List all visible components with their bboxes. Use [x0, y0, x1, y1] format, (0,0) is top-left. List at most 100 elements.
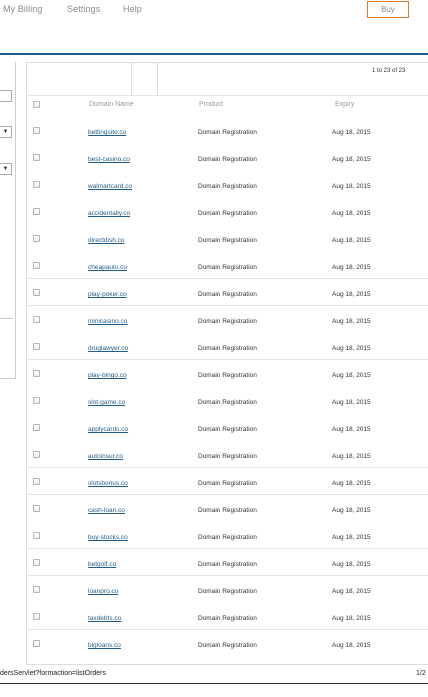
domain-link[interactable]: slotsbonus.co	[88, 480, 128, 487]
domain-link[interactable]: taxdebts.co	[88, 615, 121, 622]
product-cell: Domain Registration	[198, 480, 257, 487]
domain-link[interactable]: minicasino.co	[88, 318, 127, 325]
product-cell: Domain Registration	[198, 264, 257, 271]
table-row: cash-loan.co Domain Registration Aug 18, 2…	[26, 495, 428, 522]
row-checkbox[interactable]	[33, 640, 40, 647]
expiry-cell: Aug 18, 2015	[332, 129, 371, 136]
toolbar-dividers	[131, 62, 158, 95]
row-checkbox[interactable]	[33, 397, 40, 404]
domain-link[interactable]: loanpro.co	[88, 588, 118, 595]
row-checkbox[interactable]	[33, 289, 40, 296]
table-row: play-bingo.co Domain Registration Aug 18, …	[26, 360, 428, 387]
product-cell: Domain Registration	[198, 561, 257, 568]
domain-link[interactable]: buy-stocks.co	[88, 534, 128, 541]
pagination-summary: 1 to 23 of 23	[372, 68, 406, 74]
domain-link[interactable]: druglawyer.co	[88, 345, 128, 352]
row-checkbox[interactable]	[33, 478, 40, 485]
column-header-product[interactable]: Product	[199, 101, 223, 108]
expiry-cell: Aug 18, 2015	[332, 156, 371, 163]
domain-link[interactable]: play-bingo.co	[88, 372, 127, 379]
product-cell: Domain Registration	[198, 345, 257, 352]
product-cell: Domain Registration	[198, 237, 257, 244]
domain-link[interactable]: best-casino.co	[88, 156, 130, 163]
expiry-cell: Aug 18, 2015	[332, 642, 371, 649]
expiry-cell: Aug 18, 2015	[332, 345, 371, 352]
table-row: slot-game.co Domain Registration Aug 18, 2…	[26, 387, 428, 414]
filter-select-1[interactable]: ▼	[0, 126, 12, 138]
nav-my-billing[interactable]: My Billing	[3, 4, 43, 14]
column-header-domain[interactable]: Domain Name	[89, 101, 134, 108]
filter-input[interactable]	[0, 90, 12, 102]
expiry-cell: Aug 18, 2015	[332, 264, 371, 271]
expiry-cell: Aug 18, 2015	[332, 291, 371, 298]
row-checkbox[interactable]	[33, 613, 40, 620]
expiry-cell: Aug 18, 2015	[332, 372, 371, 379]
row-checkbox[interactable]	[33, 181, 40, 188]
product-cell: Domain Registration	[198, 507, 257, 514]
filter-select-2[interactable]: ▼	[0, 163, 12, 175]
row-checkbox[interactable]	[33, 208, 40, 215]
expiry-cell: Aug 18, 2015	[332, 480, 371, 487]
expiry-cell: Aug 18, 2015	[332, 210, 371, 217]
domain-link[interactable]: betgolf.co	[88, 561, 116, 568]
table-row: play-poker.co Domain Registration Aug 18, …	[26, 279, 428, 306]
row-checkbox[interactable]	[33, 559, 40, 566]
row-checkbox[interactable]	[33, 235, 40, 242]
row-checkbox[interactable]	[33, 370, 40, 377]
domain-link[interactable]: applycards.co	[88, 426, 128, 433]
row-checkbox[interactable]	[33, 586, 40, 593]
table-row: buy-stocks.co Domain Registration Aug 18, …	[26, 522, 428, 549]
nav-help[interactable]: Help	[123, 4, 142, 14]
status-bar: dersServlet?formaction=listOrders 1/2	[0, 668, 428, 682]
table-row: best-casino.co Domain Registration Aug 18,…	[26, 144, 428, 171]
domain-link[interactable]: cheapauto.co	[88, 264, 127, 271]
domain-link[interactable]: bigloans.co	[88, 642, 121, 649]
expiry-cell: Aug 18, 2015	[332, 453, 371, 460]
table-row: bigloans.co Domain Registration Aug 18, 20…	[26, 630, 428, 657]
domain-link[interactable]: slot-game.co	[88, 399, 125, 406]
table-row: cheapauto.co Domain Registration Aug 18, 2…	[26, 252, 428, 279]
toolbar-separator	[26, 95, 428, 96]
product-cell: Domain Registration	[198, 318, 257, 325]
domain-link[interactable]: walmartcard.co	[88, 183, 132, 190]
product-cell: Domain Registration	[198, 588, 257, 595]
product-cell: Domain Registration	[198, 183, 257, 190]
table-row: applycards.co Domain Registration Aug 18, …	[26, 414, 428, 441]
filter-sidebar	[0, 62, 16, 379]
header-divider	[0, 53, 428, 55]
table-row: betgolf.co Domain Registration Aug 18, 201…	[26, 549, 428, 576]
table-row: minicasino.co Domain Registration Aug 18, …	[26, 306, 428, 333]
product-cell: Domain Registration	[198, 156, 257, 163]
domain-link[interactable]: play-poker.co	[88, 291, 127, 298]
buy-button[interactable]: Buy	[367, 1, 409, 18]
product-cell: Domain Registration	[198, 372, 257, 379]
table-row: directdish.co Domain Registration Aug 18, …	[26, 225, 428, 252]
expiry-cell: Aug 18, 2015	[332, 588, 371, 595]
table-row: taxdebts.co Domain Registration Aug 18, 20…	[26, 603, 428, 630]
row-checkbox[interactable]	[33, 316, 40, 323]
row-checkbox[interactable]	[33, 532, 40, 539]
row-checkbox[interactable]	[33, 451, 40, 458]
row-checkbox[interactable]	[33, 262, 40, 269]
column-header-expiry[interactable]: Expiry	[335, 101, 354, 108]
status-url: dersServlet?formaction=listOrders	[0, 670, 107, 677]
row-checkbox[interactable]	[33, 505, 40, 512]
domain-link[interactable]: autoinsur.co	[88, 453, 123, 460]
row-checkbox[interactable]	[33, 154, 40, 161]
domain-link[interactable]: directdish.co	[88, 237, 125, 244]
row-checkbox[interactable]	[33, 343, 40, 350]
select-all-checkbox[interactable]	[33, 101, 40, 108]
row-checkbox[interactable]	[33, 424, 40, 431]
bottom-divider	[0, 683, 428, 684]
expiry-cell: Aug 18, 2015	[332, 183, 371, 190]
table-row: loanpro.co Domain Registration Aug 18, 201…	[26, 576, 428, 603]
product-cell: Domain Registration	[198, 210, 257, 217]
domain-link[interactable]: bettingsite.co	[88, 129, 126, 136]
domain-link[interactable]: accidentally.co	[88, 210, 130, 217]
product-cell: Domain Registration	[198, 534, 257, 541]
row-checkbox[interactable]	[33, 127, 40, 134]
nav-settings[interactable]: Settings	[67, 4, 100, 14]
table-row: accidentally.co Domain Registration Aug 18…	[26, 198, 428, 225]
expiry-cell: Aug 18, 2015	[332, 318, 371, 325]
domain-link[interactable]: cash-loan.co	[88, 507, 125, 514]
